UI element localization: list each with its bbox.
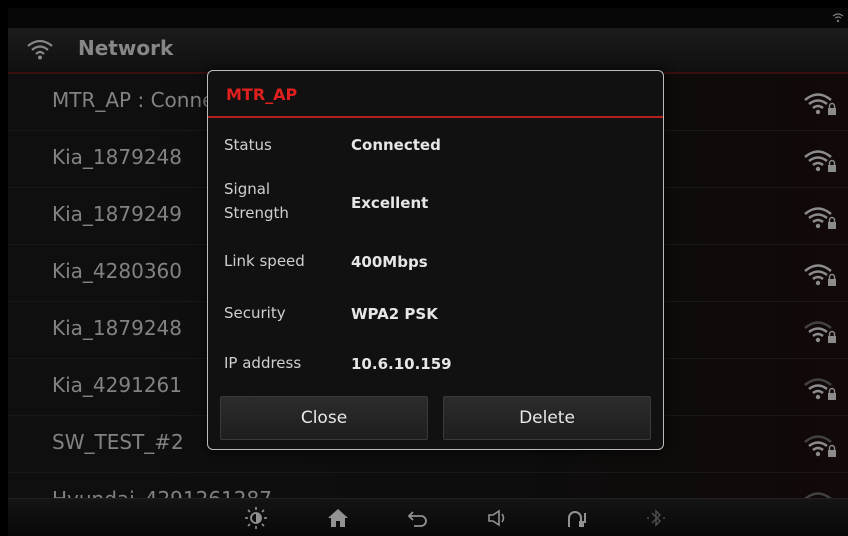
- close-button[interactable]: Close: [220, 396, 428, 440]
- status-value: Connected: [351, 136, 441, 154]
- security-label: Security: [224, 304, 286, 322]
- signal-strength-label-line1: Signal: [224, 180, 271, 198]
- ip-address-label: IP address: [224, 354, 302, 372]
- security-value: WPA2 PSK: [351, 305, 438, 323]
- status-label: Status: [224, 136, 272, 154]
- signal-strength-label-line2: Strength: [224, 204, 289, 222]
- ip-address-value: 10.6.10.159: [351, 355, 452, 373]
- link-speed-label: Link speed: [224, 252, 305, 270]
- delete-button[interactable]: Delete: [443, 396, 651, 440]
- dialog-title: MTR_AP: [226, 85, 298, 104]
- link-speed-value: 400Mbps: [351, 253, 428, 271]
- signal-strength-value: Excellent: [351, 194, 429, 212]
- dialog-divider: [208, 116, 663, 118]
- network-details-dialog: MTR_AP Status Connected Signal Strength …: [207, 70, 664, 450]
